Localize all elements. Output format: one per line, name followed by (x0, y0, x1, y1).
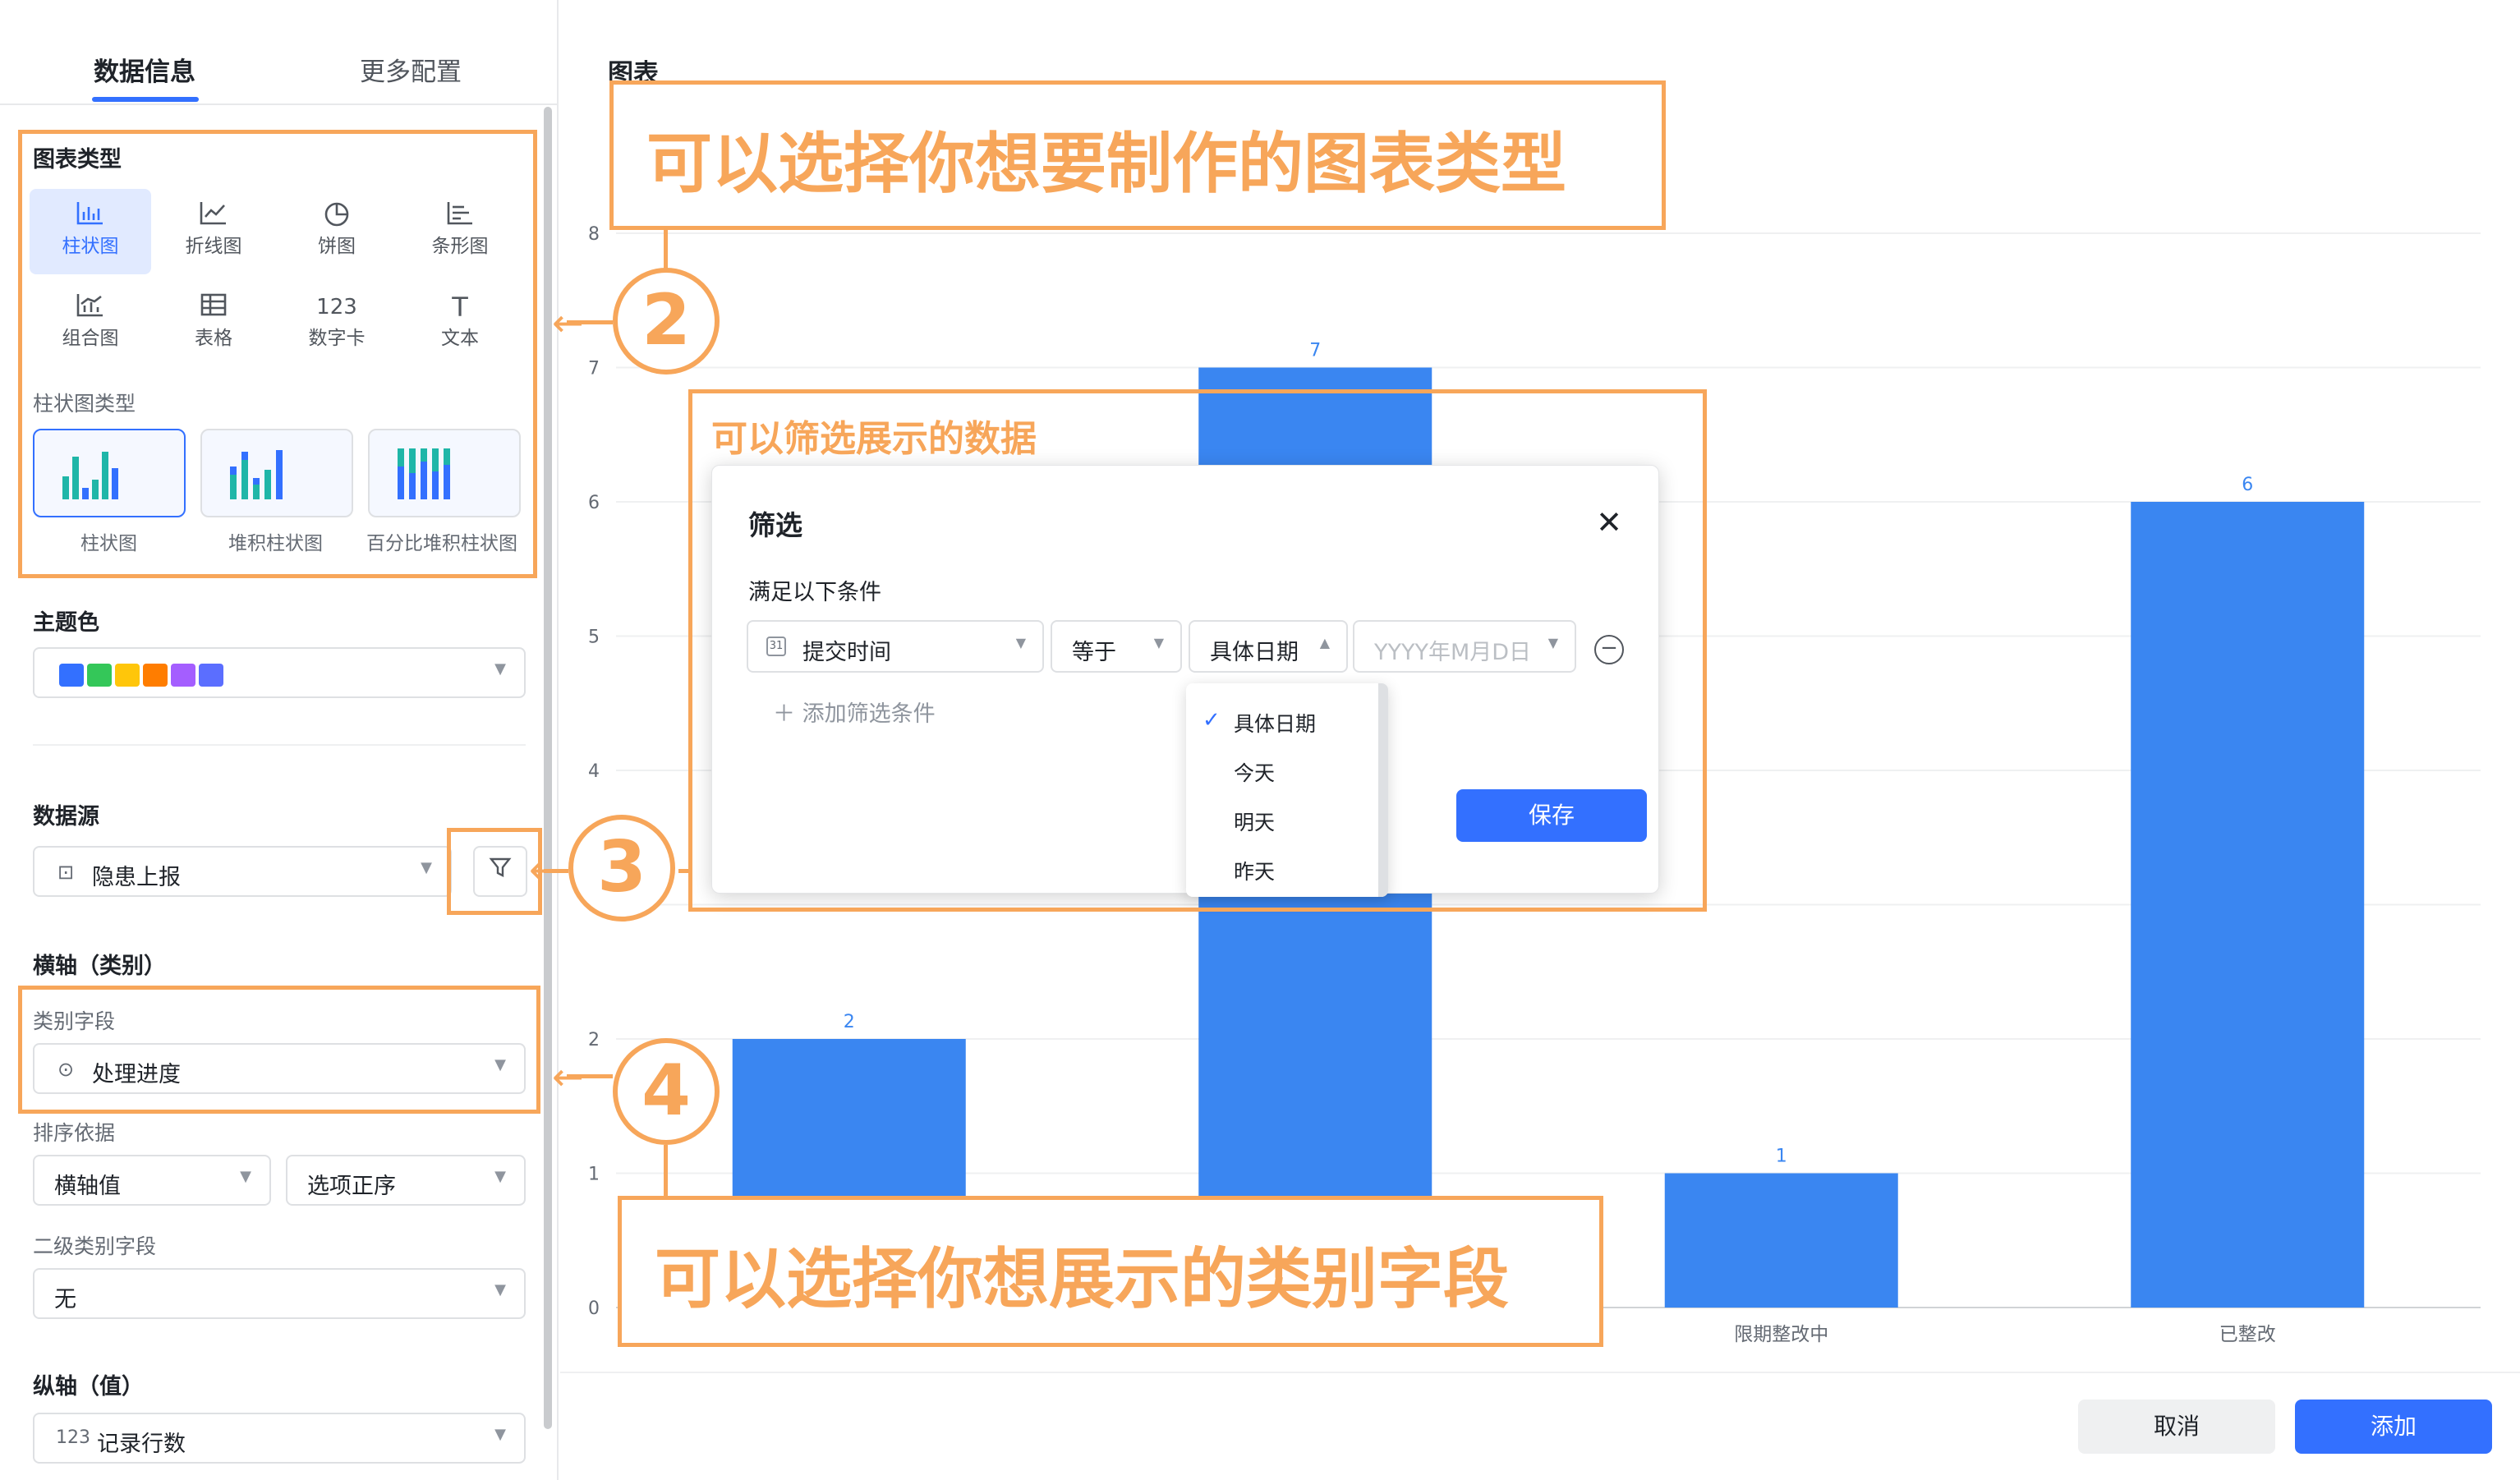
theme-color-swatch (115, 664, 140, 687)
y-tick-label: 5 (588, 627, 600, 648)
secondary-field-value: 无 (54, 1287, 76, 1312)
annotation-filter: 可以筛选展示的数据 (711, 418, 1037, 460)
x-axis-title: 横轴（类别） (33, 954, 166, 979)
bar (1664, 1173, 1898, 1308)
theme-color-swatches (59, 664, 223, 687)
form-icon: ⊡ (57, 861, 75, 884)
y-tick-label: 7 (588, 359, 600, 379)
chevron-down-icon: ▼ (494, 660, 506, 678)
chevron-down-icon: ▼ (421, 859, 432, 876)
secondary-field-select[interactable]: 无 ▼ (33, 1268, 526, 1319)
add-button[interactable]: 添加 (2295, 1400, 2492, 1454)
category-field-highlight (18, 986, 540, 1114)
theme-color-swatch (59, 664, 84, 687)
section-divider (33, 744, 526, 746)
y-axis-value: 记录行数 (97, 1432, 186, 1457)
chevron-down-icon: ▼ (494, 1168, 506, 1185)
chevron-down-icon: ▼ (240, 1168, 251, 1185)
annotation-connector (664, 230, 668, 271)
footer-divider (560, 1372, 2520, 1373)
y-tick-label: 2 (588, 1030, 600, 1050)
y-axis-select[interactable]: 123 记录行数 ▼ (33, 1413, 526, 1464)
chart-type-highlight (18, 130, 537, 578)
theme-color-swatch (143, 664, 168, 687)
filter-highlight (688, 389, 1707, 912)
sort-order-select[interactable]: 选项正序 ▼ (286, 1155, 526, 1206)
annotation-category-field: 可以选择你想展示的类别字段 (618, 1196, 1603, 1347)
datasource-title: 数据源 (33, 804, 99, 830)
theme-color-select[interactable]: ▼ (33, 647, 526, 698)
y-tick-label: 8 (588, 224, 600, 245)
y-tick-label: 6 (588, 493, 600, 513)
annotation-number-3: 3 (568, 815, 675, 922)
y-tick-label: 0 (588, 1298, 600, 1319)
sort-label: 排序依据 (33, 1121, 116, 1145)
annotation-connector (664, 1145, 668, 1199)
tab-data-info[interactable]: 数据信息 (94, 51, 195, 88)
annotation-number-4: 4 (613, 1038, 720, 1145)
filter-button-highlight (447, 828, 542, 915)
chevron-down-icon: ▼ (494, 1426, 506, 1443)
sort-by-value: 横轴值 (54, 1174, 121, 1199)
bar (2131, 502, 2365, 1308)
x-tick-label: 限期整改中 (1734, 1324, 1828, 1345)
theme-color-swatch (199, 664, 223, 687)
arrow-left-icon: ← (552, 1055, 584, 1099)
secondary-field-label: 二级类别字段 (33, 1234, 157, 1258)
chevron-down-icon: ▼ (494, 1281, 506, 1298)
config-tabs: 数据信息 更多配置 (0, 0, 559, 105)
bar-value-label: 6 (2242, 475, 2253, 495)
cancel-button[interactable]: 取消 (2078, 1400, 2275, 1454)
active-tab-indicator (92, 97, 199, 102)
sort-by-select[interactable]: 横轴值 ▼ (33, 1155, 271, 1206)
y-tick-label: 1 (588, 1165, 600, 1185)
datasource-value: 隐患上报 (92, 865, 181, 890)
y-tick-label: 4 (588, 761, 600, 782)
annotation-number-2: 2 (613, 268, 720, 375)
bar-value-label: 1 (1776, 1147, 1787, 1167)
arrow-left-icon: ← (552, 301, 584, 345)
bar-value-label: 2 (844, 1012, 855, 1032)
annotation-chart-type: 可以选择你想要制作的图表类型 (609, 80, 1666, 230)
sort-order-value: 选项正序 (307, 1174, 396, 1199)
panel-scrollbar[interactable] (544, 107, 552, 1429)
tab-more-config[interactable]: 更多配置 (360, 51, 462, 88)
arrow-left-icon: ← (529, 848, 561, 892)
annotation-connector (678, 869, 692, 873)
number-icon: 123 (56, 1427, 90, 1448)
bar-value-label: 7 (1309, 341, 1321, 361)
y-axis-title: 纵轴（值） (33, 1374, 144, 1400)
theme-color-swatch (171, 664, 195, 687)
theme-color-title: 主题色 (33, 610, 99, 636)
theme-color-swatch (87, 664, 112, 687)
datasource-select[interactable]: ⊡ 隐患上报 ▼ (33, 846, 452, 897)
x-tick-label: 已整改 (2219, 1324, 2276, 1345)
